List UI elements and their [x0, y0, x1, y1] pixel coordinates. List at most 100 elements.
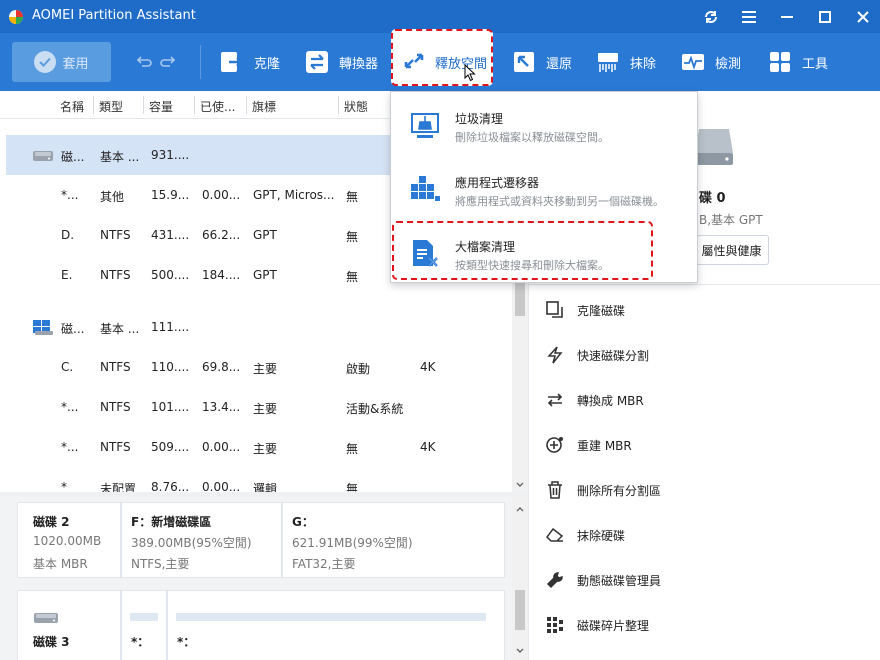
scroll-down-icon[interactable] — [516, 482, 524, 488]
scroll-up-icon[interactable] — [516, 506, 524, 512]
convert-arrows-icon — [545, 390, 565, 410]
menu-item-junk-cleaner[interactable]: 垃圾清理 刪除垃圾檔案以釋放磁碟空間。 — [391, 94, 697, 156]
minimize-icon[interactable] — [776, 6, 798, 28]
cell-type: 其他 — [100, 190, 125, 204]
partition-g-card[interactable]: G： 621.91MB(99%空閒) FAT32,主要 — [282, 502, 505, 578]
toolbar-free-space-button[interactable]: 釋放空間 — [391, 29, 493, 86]
cell-status: 無 — [346, 482, 359, 492]
cell-type: 未配置 — [100, 482, 137, 492]
cell-capacity: 15.9... — [151, 188, 190, 202]
header-separator — [246, 96, 247, 114]
diskmap-scrollbar[interactable] — [512, 496, 528, 660]
scrollbar-thumb[interactable] — [515, 280, 525, 316]
disk3-partition-2[interactable]: *： — [167, 590, 505, 660]
mouse-cursor-icon — [464, 63, 476, 85]
converter-icon — [303, 48, 331, 76]
op-label: 克隆磁碟 — [577, 303, 626, 318]
restore-icon — [510, 48, 538, 76]
op-delete-all-partitions[interactable]: 刪除所有分割區 — [545, 479, 661, 501]
refresh-icon[interactable] — [700, 6, 722, 28]
maximize-icon[interactable] — [814, 6, 836, 28]
disk2-kind: 基本 MBR — [33, 557, 88, 571]
header-name[interactable]: 名稱 — [60, 98, 84, 115]
menu-item-app-mover[interactable]: 應用程式遷移器 將應用程式或資料夾移動到另一個磁碟機。 — [391, 158, 697, 220]
cell-name: *... — [61, 400, 79, 414]
table-row[interactable]: 磁... 基本 ... 111.... — [6, 307, 512, 347]
op-rebuild-mbr[interactable]: 重建 MBR — [545, 434, 632, 456]
header-status[interactable]: 狀態 — [344, 98, 368, 115]
op-clone-disk[interactable]: 克隆磁碟 — [545, 299, 625, 321]
toolbar-check-button[interactable]: 檢測 — [679, 44, 741, 80]
windows-disk-icon — [33, 320, 53, 335]
checkmark-icon — [34, 51, 57, 73]
menu-icon[interactable] — [738, 6, 760, 28]
toolbar-restore-button[interactable]: 還原 — [510, 44, 572, 80]
disk-info: B,基本 GPT — [699, 213, 763, 227]
op-dynamic-disk-manager[interactable]: 動態磁碟管理員 — [545, 569, 661, 591]
cell-status: 無 — [346, 270, 359, 284]
scrollbar-thumb[interactable] — [515, 590, 525, 630]
cell-type: NTFS — [100, 400, 131, 414]
op-disk-defrag[interactable]: 磁碟碎片整理 — [545, 614, 649, 636]
undo-icon[interactable] — [133, 52, 153, 72]
rebuild-plus-icon — [545, 435, 565, 455]
disk-icon — [33, 151, 53, 161]
toolbar-wipe-button[interactable]: 抹除 — [594, 44, 656, 80]
disk-icon — [34, 613, 58, 623]
header-capacity[interactable]: 容量 — [149, 98, 173, 115]
scroll-down-icon[interactable] — [516, 648, 524, 654]
op-convert-mbr[interactable]: 轉換成 MBR — [545, 389, 644, 411]
op-wipe-disk[interactable]: 抹除硬碟 — [545, 524, 625, 546]
table-row[interactable]: * 未配置 8.76... 0.00... 邏輯 無 — [6, 467, 512, 492]
eraser-icon — [545, 525, 565, 545]
cell-name: 磁... — [61, 322, 85, 336]
redo-icon[interactable] — [159, 52, 179, 72]
apply-label: 套用 — [62, 56, 89, 72]
wrench-icon — [545, 570, 565, 590]
op-label: 抹除硬碟 — [577, 528, 626, 543]
disk3-card[interactable]: 磁碟 3 — [17, 590, 121, 660]
menu-item-title: 應用程式遷移器 — [455, 176, 540, 190]
apply-button[interactable]: 套用 — [12, 42, 111, 82]
toolbar-tools-button[interactable]: 工具 — [766, 44, 828, 80]
op-label: 磁碟碎片整理 — [577, 618, 650, 633]
table-row[interactable]: *... NTFS 509.... 0.00... 主要 無 4K — [6, 427, 512, 467]
partition-f-card[interactable]: F：新增磁碟區 389.00MB(95%空閒) NTFS,主要 — [121, 502, 282, 578]
cell-capacity: 509.... — [151, 440, 190, 454]
disk3-partition-1[interactable]: *： — [121, 590, 167, 660]
properties-health-button[interactable]: 屬性與健康 — [694, 235, 769, 265]
disk2-card[interactable]: 磁碟 2 1020.00MB 基本 MBR — [17, 502, 121, 578]
table-row[interactable]: *... NTFS 101.... 13.4... 主要 活動&系統 — [6, 387, 512, 427]
broom-icon — [411, 113, 439, 138]
disk3-name: 磁碟 3 — [33, 635, 70, 649]
partition-f-size: 389.00MB(95%空閒) — [131, 536, 252, 550]
header-flag[interactable]: 旗標 — [252, 98, 276, 115]
close-icon[interactable] — [852, 6, 874, 28]
header-separator — [338, 96, 339, 114]
cell-status: 無 — [346, 442, 359, 456]
cell-capacity: 431.... — [151, 228, 190, 242]
cell-name: C. — [61, 360, 74, 374]
wipe-icon — [594, 48, 622, 76]
header-separator — [194, 96, 195, 114]
cell-used: 66.2... — [202, 228, 241, 242]
menu-item-desc: 刪除垃圾檔案以釋放磁碟空間。 — [455, 131, 609, 144]
partition-g-size: 621.91MB(99%空閒) — [292, 536, 413, 550]
table-row[interactable]: C. NTFS 110.... 69.8... 主要 啟動 4K — [6, 347, 512, 387]
header-used[interactable]: 已使... — [200, 98, 235, 115]
toolbar-clone-button[interactable]: 克隆 — [218, 44, 280, 80]
header-type[interactable]: 類型 — [99, 98, 123, 115]
tools-icon — [766, 48, 794, 76]
op-label: 轉換成 MBR — [577, 393, 644, 408]
cell-capacity: 111.... — [151, 320, 190, 334]
menu-item-title: 垃圾清理 — [455, 112, 504, 126]
cell-type: 基本 ... — [100, 150, 140, 164]
highlight-box — [392, 221, 653, 280]
cell-alignment: 4K — [420, 440, 436, 454]
toolbar-converter-button[interactable]: 轉換器 — [303, 44, 378, 80]
op-quick-partition[interactable]: 快速磁碟分割 — [545, 344, 649, 366]
toolbar-label: 還原 — [546, 56, 573, 72]
cell-type: NTFS — [100, 228, 131, 242]
toolbar-label: 克隆 — [254, 56, 281, 72]
menu-item-desc: 將應用程式或資料夾移動到另一個磁碟機。 — [455, 195, 664, 208]
